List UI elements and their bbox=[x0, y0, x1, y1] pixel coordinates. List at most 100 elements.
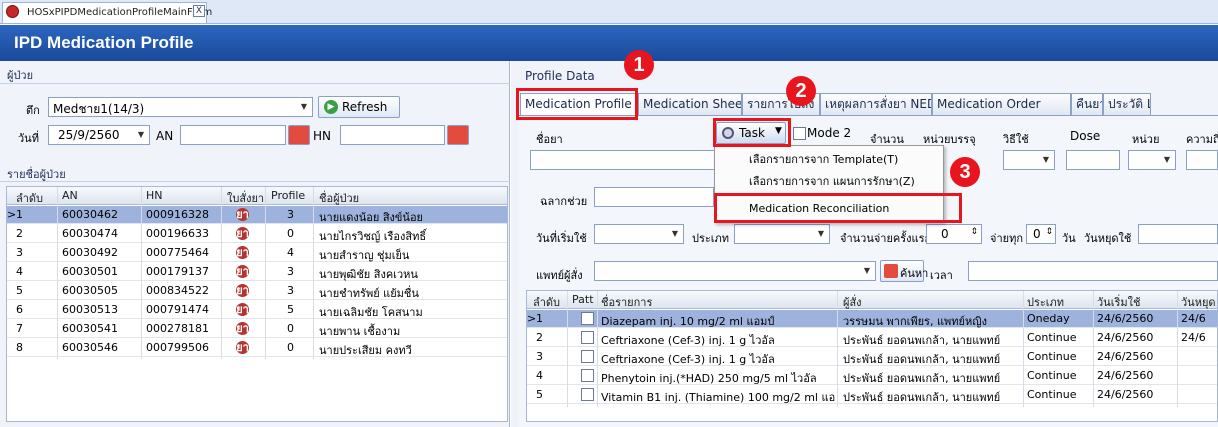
table-row[interactable]: >1 Diazepam inj. 10 mg/2 ml แอมป์ วรรษมน พ… bbox=[527, 310, 1217, 328]
usage-combo[interactable]: ▼ bbox=[1003, 150, 1055, 170]
rx-alert-icon: ยา bbox=[236, 227, 249, 240]
search-icon bbox=[884, 264, 898, 278]
col-no[interactable]: ลำดับ bbox=[16, 189, 43, 207]
rx-alert-icon: ยา bbox=[236, 322, 249, 335]
spin-icon[interactable]: ⇕ bbox=[1045, 227, 1053, 237]
menu-item-template[interactable]: เลือกรายการจาก Template(T) bbox=[715, 149, 943, 171]
type-combo[interactable]: ▼ bbox=[734, 224, 830, 244]
tab-3[interactable]: เหตุผลการสั่งยา NED bbox=[820, 93, 932, 115]
cell-drug: Phenytoin inj.(*HAD) 250 mg/5 ml ไวอัล bbox=[601, 372, 817, 385]
col-rx[interactable]: ใบสั่งยา bbox=[227, 189, 264, 207]
col-no[interactable]: ลำดับ bbox=[533, 293, 560, 311]
chevron-down-icon[interactable]: ▼ bbox=[1159, 151, 1175, 169]
refresh-button[interactable]: ▶ Refresh bbox=[318, 96, 400, 118]
table-row[interactable]: 3 Ceftriaxone (Cef-3) inj. 1 g ไวอัล ประพั… bbox=[527, 348, 1217, 366]
patt-checkbox[interactable] bbox=[581, 312, 594, 325]
doctor-search-button[interactable]: ค้นหา bbox=[880, 260, 928, 282]
table-row[interactable]: 5 60030505 000834522 3 นายชำทรัพย์ แย้มชื่น ย… bbox=[7, 282, 507, 300]
row-indicator: > bbox=[7, 208, 17, 221]
cell-start: 24/6/2560 bbox=[1097, 350, 1154, 363]
stop-date-picker[interactable] bbox=[1138, 224, 1218, 244]
dose-input[interactable] bbox=[1066, 150, 1120, 170]
an-search-button[interactable] bbox=[288, 125, 310, 145]
ward-label: ตึก bbox=[26, 104, 40, 117]
label-help-input[interactable] bbox=[594, 187, 714, 207]
first-qty-input[interactable]: 0 ⇕ bbox=[926, 224, 982, 244]
patt-checkbox[interactable] bbox=[581, 388, 594, 401]
col-type[interactable]: ประเภท bbox=[1027, 293, 1064, 311]
cell-hn: 000196633 bbox=[146, 227, 209, 240]
table-row[interactable]: 5 Vitamin B1 inj. (Thiamine) 100 mg/2 ml … bbox=[527, 386, 1217, 404]
ward-value: Medชาย1(14/3) bbox=[53, 102, 145, 116]
doctor-combo[interactable]: ▼ bbox=[594, 261, 876, 281]
table-row[interactable]: 4 Phenytoin inj.(*HAD) 250 mg/5 ml ไวอัล ป… bbox=[527, 367, 1217, 385]
patient-grid-header: ลำดับ AN HN ใบสั่งยา Profile ชื่อผู้ป่วย bbox=[7, 187, 507, 207]
table-row[interactable]: 3 60030492 000775464 4 นายสำราญ ชุ่มเย็น ยา bbox=[7, 244, 507, 262]
tab-4[interactable]: Medication Order bbox=[932, 93, 1071, 115]
table-row[interactable]: 8 60030546 000799506 0 นายประเสียม คงทวี ยา bbox=[7, 339, 507, 357]
callout-badge-2: 2 bbox=[786, 76, 816, 106]
cell-drug: Vitamin B1 inj. (Thiamine) 100 mg/2 ml แ… bbox=[601, 391, 836, 404]
group-divider bbox=[0, 181, 510, 182]
grid-line bbox=[837, 291, 838, 407]
first-qty-label: จำนวนจ่ายครั้งแรก bbox=[840, 232, 932, 245]
patt-checkbox[interactable] bbox=[581, 369, 594, 382]
document-tab-label: HOSxPIPDMedicationProfileMainForm bbox=[27, 7, 213, 18]
chevron-down-icon[interactable]: ▼ bbox=[859, 262, 875, 280]
chevron-down-icon[interactable]: ▼ bbox=[813, 225, 829, 243]
freq-input[interactable] bbox=[1186, 150, 1218, 170]
cell-name: นายแดงน้อย สิงข์น้อย bbox=[319, 211, 423, 224]
col-patt[interactable]: Patt bbox=[572, 293, 594, 306]
drug-input[interactable] bbox=[530, 150, 720, 170]
close-tab-icon[interactable]: X bbox=[193, 5, 205, 17]
col-doctor[interactable]: ผู้สั่ง bbox=[843, 293, 862, 311]
time-input[interactable] bbox=[968, 261, 1218, 281]
col-stop[interactable]: วันหยุด bbox=[1181, 293, 1216, 311]
table-row[interactable]: 4 60030501 000179137 3 นายพุฒิชัย สิงคเวหน ยา bbox=[7, 263, 507, 281]
hn-input[interactable] bbox=[340, 125, 445, 145]
table-row[interactable]: 7 60030541 000278181 0 นายพาน เชื้องาม ยา bbox=[7, 320, 507, 338]
tab-6[interactable]: ประวัติ Lab bbox=[1103, 93, 1151, 115]
cell-no: 2 bbox=[536, 331, 543, 344]
document-tab[interactable]: HOSxPIPDMedicationProfileMainForm bbox=[2, 2, 212, 23]
tab-1[interactable]: Medication Sheet bbox=[638, 93, 742, 115]
cell-name: นายชำทรัพย์ แย้มชื่น bbox=[319, 287, 419, 300]
an-input[interactable] bbox=[180, 125, 286, 145]
patient-grid: ลำดับ AN HN ใบสั่งยา Profile ชื่อผู้ป่วย… bbox=[6, 186, 508, 422]
unit-combo[interactable]: ▼ bbox=[1128, 150, 1176, 170]
tab-5[interactable]: คืนยา bbox=[1071, 93, 1103, 115]
medication-grid: ลำดับ Patt ชื่อรายการ ผู้สั่ง ประเภท วัน… bbox=[526, 290, 1218, 422]
freq-label: ความถี่ bbox=[1186, 133, 1218, 146]
table-row[interactable]: 2 Ceftriaxone (Cef-3) inj. 1 g ไวอัล ประพั… bbox=[527, 329, 1217, 347]
chevron-down-icon[interactable]: ▼ bbox=[1038, 151, 1054, 169]
ward-combo[interactable]: Medชาย1(14/3) ▼ bbox=[48, 97, 313, 117]
spin-icon[interactable]: ⇕ bbox=[970, 227, 978, 237]
cell-start: 24/6/2560 bbox=[1097, 312, 1154, 325]
date-picker[interactable]: 25/9/2560 ▼ bbox=[48, 125, 150, 145]
menu-item-treatment-plan[interactable]: เลือกรายการจาก แผนการรักษา(Z) bbox=[715, 171, 943, 193]
cell-profile: 5 bbox=[287, 303, 294, 316]
col-an[interactable]: AN bbox=[62, 189, 78, 202]
col-name[interactable]: ชื่อผู้ป่วย bbox=[319, 189, 359, 207]
col-hn[interactable]: HN bbox=[146, 189, 163, 202]
col-drug-name[interactable]: ชื่อรายการ bbox=[601, 293, 652, 311]
col-start[interactable]: วันเริ่มใช้ bbox=[1097, 293, 1140, 311]
hn-search-button[interactable] bbox=[447, 125, 469, 145]
form-title: IPD Medication Profile bbox=[0, 25, 1218, 61]
table-row[interactable]: 6 60030513 000791474 5 นายเฉลิมชัย โคสนาม ยา bbox=[7, 301, 507, 319]
rx-alert-icon: ยา bbox=[236, 303, 249, 316]
start-date-picker[interactable]: ▼ bbox=[594, 224, 684, 244]
chevron-down-icon[interactable]: ▼ bbox=[133, 126, 149, 144]
refresh-label: Refresh bbox=[342, 100, 388, 114]
patient-group-label: ผู้ป่วย bbox=[7, 69, 34, 82]
mode2-checkbox[interactable] bbox=[793, 127, 806, 140]
col-profile[interactable]: Profile bbox=[271, 189, 305, 202]
pay-every-input[interactable]: 0 ⇕ bbox=[1026, 224, 1056, 244]
chevron-down-icon[interactable]: ▼ bbox=[296, 98, 312, 116]
patt-checkbox[interactable] bbox=[581, 331, 594, 344]
patt-checkbox[interactable] bbox=[581, 350, 594, 363]
table-row[interactable]: 2 60030474 000196633 0 นายไกรวิชญ์ เรืองสิทธ… bbox=[7, 225, 507, 243]
cell-no: 1 bbox=[536, 312, 543, 325]
table-row[interactable]: >1 60030462 000916328 3 นายแดงน้อย สิงข์น้อย… bbox=[7, 206, 507, 224]
chevron-down-icon[interactable]: ▼ bbox=[667, 225, 683, 243]
